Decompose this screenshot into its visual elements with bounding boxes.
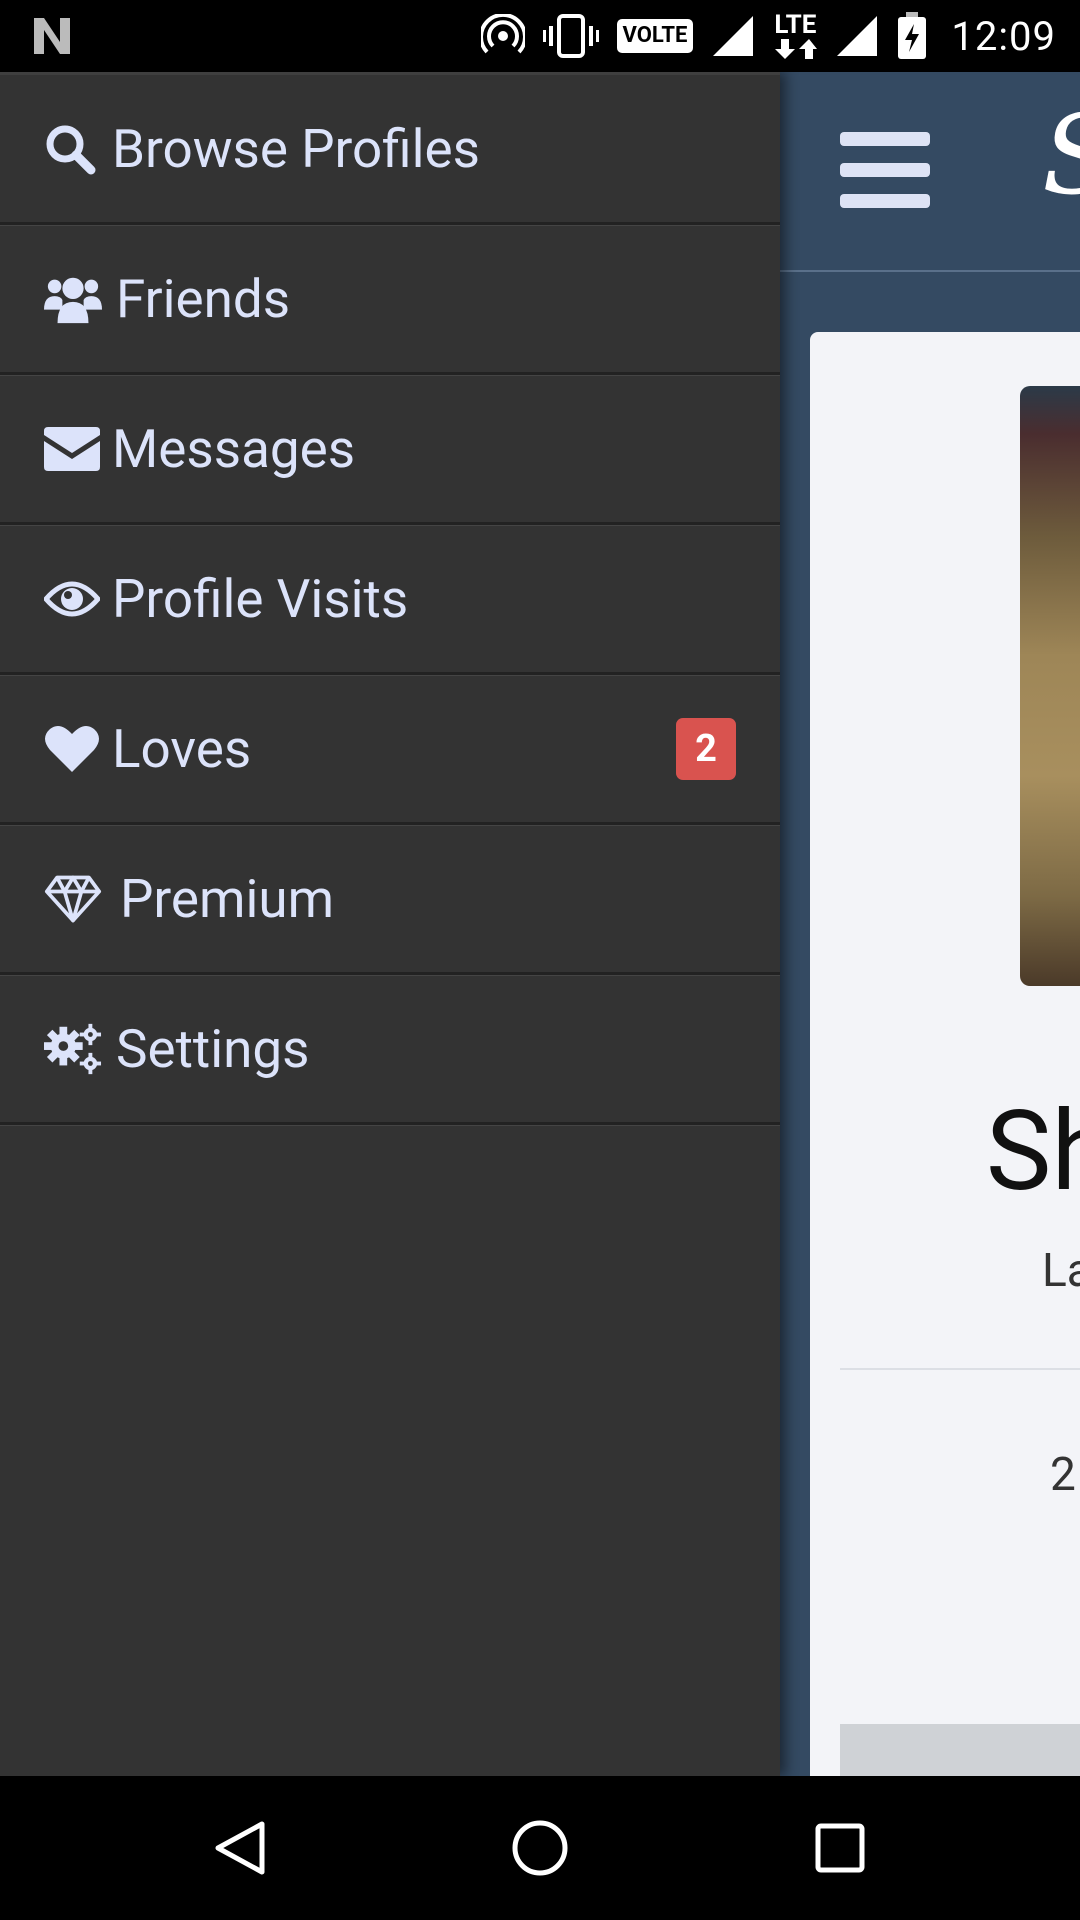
profile-subtitle: La: [1042, 1244, 1080, 1298]
menu-item-label: Messages: [112, 417, 356, 480]
search-icon: [44, 121, 102, 177]
profile-photo[interactable]: [1020, 386, 1080, 986]
screen: VOLTE LTE 12:09 S La 2 Browse Profiles F…: [0, 0, 1080, 1920]
clock: 12:09: [951, 12, 1056, 60]
back-icon[interactable]: [210, 1818, 270, 1878]
users-icon: [44, 271, 102, 327]
home-icon[interactable]: [510, 1818, 570, 1878]
heart-icon: [44, 721, 102, 777]
profile-stat: 2: [1050, 1448, 1076, 1502]
volte-badge: VOLTE: [616, 19, 694, 53]
menu-item-friends[interactable]: Friends: [0, 225, 780, 375]
recents-icon[interactable]: [810, 1818, 870, 1878]
hamburger-menu-icon[interactable]: [840, 132, 930, 208]
menu-item-premium[interactable]: Premium: [0, 825, 780, 975]
envelope-icon: [44, 421, 102, 477]
battery-charging-icon: [898, 12, 927, 59]
menu-item-label: Friends: [116, 267, 291, 330]
hotspot-icon: [480, 14, 525, 54]
divider: [840, 1368, 1080, 1370]
menu-item-profile-visits[interactable]: Profile Visits: [0, 525, 780, 675]
navigation-drawer: Browse Profiles Friends Messages Profile…: [0, 72, 780, 1776]
menu-item-label: Settings: [116, 1017, 310, 1080]
signal-icon-2: [837, 16, 878, 56]
menu-item-label: Premium: [120, 867, 335, 930]
status-icons: VOLTE LTE 12:09: [480, 0, 1056, 72]
vibrate-icon: [542, 14, 599, 58]
app-header: S: [780, 72, 1080, 272]
lte-label: LTE: [774, 10, 817, 40]
menu-item-label: Loves: [112, 717, 252, 780]
lte-indicator: LTE: [773, 10, 818, 59]
profile-card: Sh La 2: [810, 332, 1080, 1794]
menu-item-label: Profile Visits: [112, 567, 409, 630]
menu-item-settings[interactable]: Settings: [0, 975, 780, 1125]
data-arrows-icon: [775, 39, 818, 59]
menu-item-label: Browse Profiles: [112, 117, 480, 180]
menu-item-messages[interactable]: Messages: [0, 375, 780, 525]
android-n-icon: [34, 18, 70, 54]
menu-item-loves[interactable]: Loves 2: [0, 675, 780, 825]
system-nav-bar: [0, 1776, 1080, 1920]
diamond-icon: [44, 871, 102, 927]
gears-icon: [44, 1021, 102, 1077]
menu-item-browse-profiles[interactable]: Browse Profiles: [0, 75, 780, 225]
loves-count-badge: 2: [676, 717, 736, 780]
brand-logo: S: [1042, 100, 1080, 210]
profile-name: Sh: [986, 1087, 1080, 1216]
status-bar: VOLTE LTE 12:09: [0, 0, 1080, 72]
eye-icon: [44, 571, 102, 627]
signal-icon: [713, 16, 754, 56]
